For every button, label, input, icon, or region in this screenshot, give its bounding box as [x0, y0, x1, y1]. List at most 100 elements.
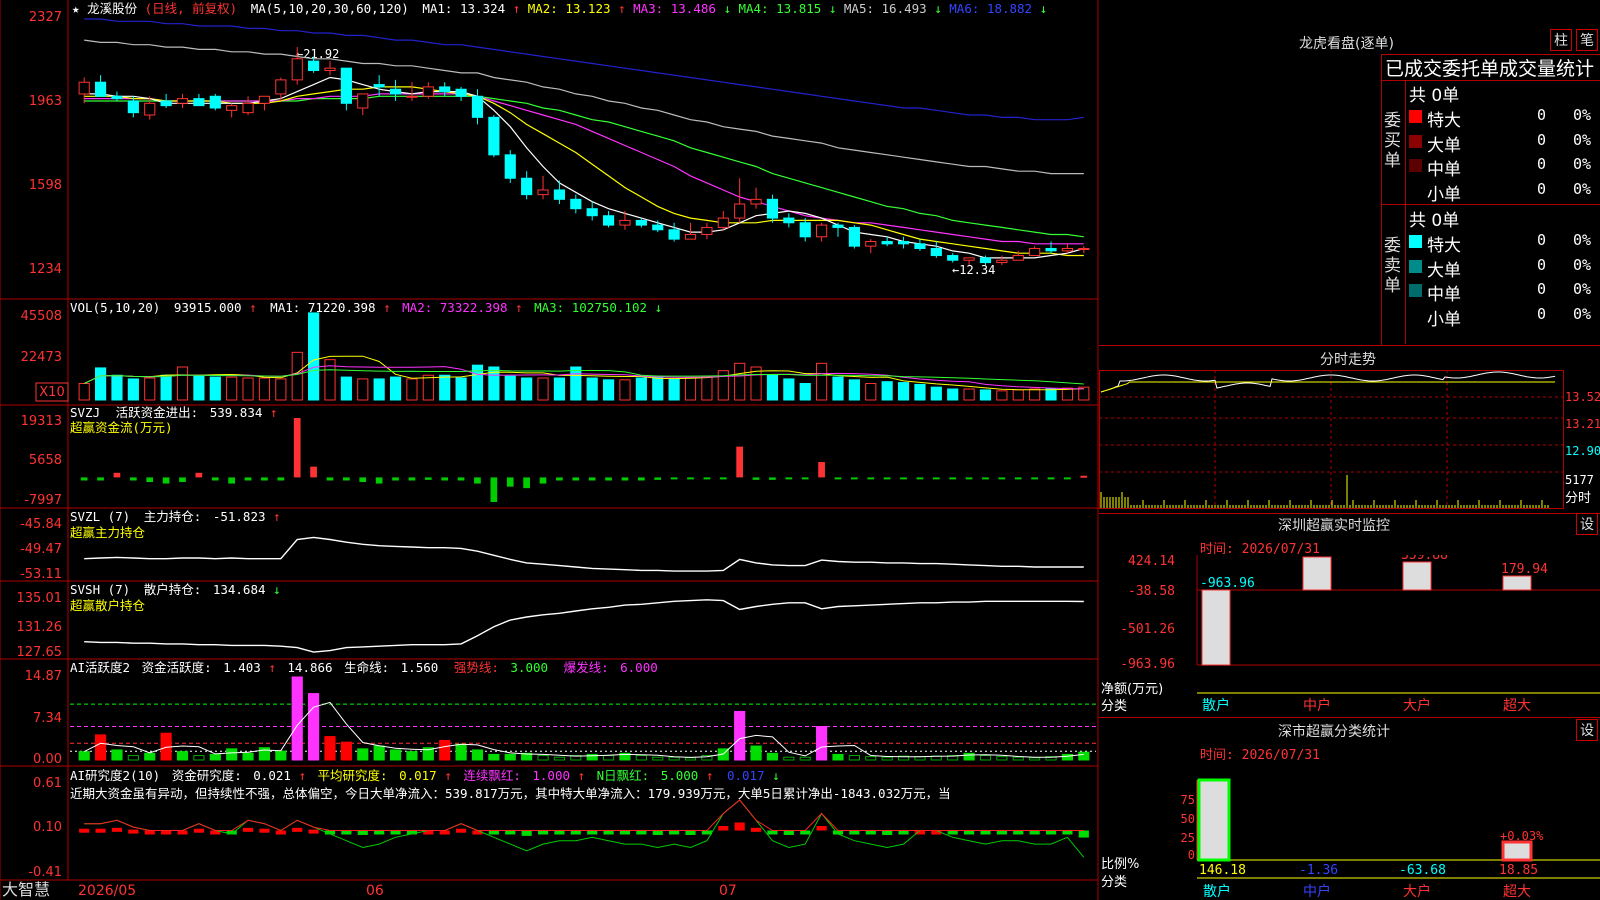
- sz-monitor-settings-button[interactable]: 设: [1576, 513, 1598, 535]
- svsh-subtitle: 超赢散户持仓: [70, 598, 146, 613]
- red-label: 连续飘红:: [463, 768, 521, 783]
- low-value: 12.34: [959, 263, 995, 277]
- sell-swatch: [1409, 284, 1422, 297]
- svzl-header: SVZL (7) 主力持仓: -51.823 ↑: [70, 509, 281, 524]
- research-bar: [898, 830, 909, 835]
- svzl-arrow: ↑: [273, 509, 281, 524]
- candle-body: [209, 95, 221, 109]
- sz-class-chart[interactable]: 75 50 25 0 +0.03% 146.18 散户 -1.36 中户 -63.68 大户 18.8…: [1099, 760, 1600, 900]
- volume-bar: [979, 389, 992, 401]
- svzl-name: SVZL (7): [70, 509, 130, 524]
- sz-class-settings-button[interactable]: 设: [1576, 719, 1598, 741]
- active-bar: [127, 755, 139, 761]
- candle-body: [324, 67, 336, 72]
- ma20-line: [84, 93, 1084, 245]
- vol-ytick-0: 45508: [21, 309, 62, 324]
- svzj-bar: [834, 477, 842, 480]
- research-bar: [341, 830, 352, 835]
- life-value: 1.560: [401, 660, 439, 675]
- research-bar: [636, 830, 647, 835]
- volume-bar: [734, 362, 746, 401]
- volume-bar: [963, 388, 975, 401]
- volume-bar: [176, 366, 189, 401]
- candle-body: [717, 217, 729, 228]
- candle-body: [127, 100, 139, 114]
- active-ytick-0: 14.87: [25, 669, 62, 684]
- research-bar: [980, 830, 991, 835]
- sell-swatch: [1409, 259, 1422, 273]
- candle-body: [406, 95, 418, 98]
- research-bar: [767, 830, 778, 835]
- volume-bar: [160, 374, 172, 401]
- volume-bar: [1029, 388, 1041, 401]
- sell-swatch: [1409, 235, 1422, 248]
- sz-monitor-frame: [1099, 513, 1600, 514]
- svzj-bar: [146, 477, 154, 483]
- volume-bar: [308, 312, 320, 401]
- active-bar: [226, 748, 238, 761]
- svzj-bar: [392, 477, 399, 481]
- sz-class-ytick-1: 50: [1181, 812, 1195, 826]
- research-bar: [865, 830, 876, 835]
- sell-side-label: 委卖单: [1384, 236, 1401, 296]
- vol-ma2-value: 73322.398: [440, 300, 508, 315]
- candle-body: [570, 198, 582, 210]
- active-arrow: ↑: [268, 660, 276, 675]
- volume-bar: [848, 379, 860, 401]
- active-bar: [488, 753, 500, 761]
- pen-mode-button[interactable]: 笔: [1576, 29, 1598, 51]
- svzj-bar: [179, 477, 186, 483]
- research-bar: [652, 830, 663, 835]
- svzj-ytick-2: -7997: [24, 493, 62, 508]
- research-bar: [783, 830, 794, 835]
- order-divider-2: [1381, 204, 1600, 205]
- research-bar: [111, 827, 123, 832]
- research-last-arrow: ↓: [772, 768, 780, 783]
- sz-class-frame: [1099, 717, 1600, 718]
- intraday-grid: [1099, 370, 1563, 508]
- ma5-label: MA5:: [844, 1, 874, 16]
- svzj-bar: [261, 477, 268, 481]
- candle-body: [144, 102, 156, 116]
- candle-body: [226, 105, 238, 111]
- sz-monitor-cat-2: 大户: [1403, 697, 1431, 714]
- active-bar: [111, 749, 123, 761]
- research-bar: [603, 830, 614, 835]
- research-bar: [144, 830, 155, 835]
- sz-class-cat-1: 中户: [1303, 883, 1331, 900]
- candle-body: [897, 240, 910, 245]
- active-bar: [406, 751, 418, 761]
- svzj-bar: [572, 477, 580, 481]
- svzl-ytick-2: -53.11: [20, 567, 62, 582]
- volume-bar: [553, 377, 565, 401]
- svzj-bar: [523, 477, 530, 489]
- svzj-bar: [162, 477, 170, 484]
- star-icon: ★: [72, 1, 80, 16]
- ma6-label: MA6:: [949, 1, 979, 16]
- svzj-bar: [441, 477, 449, 481]
- sz-class-cat-0: 散户: [1203, 883, 1231, 900]
- sz-monitor-chart[interactable]: 424.14 -38.58 -501.26 -963.96 -963.96 散户 424.1…: [1099, 555, 1600, 715]
- vol-ma3-label: MA3:: [534, 300, 564, 315]
- volume-bar: [766, 374, 779, 401]
- research-bar: [947, 830, 958, 835]
- svsh-ytick-0: 135.01: [17, 591, 63, 606]
- buy-pct: 0%: [1573, 179, 1592, 198]
- volume-bar: [144, 377, 156, 401]
- chart-window[interactable]: 2327 1963 1598 1234 45508 22473 X10 1931…: [0, 0, 1600, 900]
- volume-bar: [242, 377, 254, 401]
- candle-body: [1061, 248, 1073, 252]
- buy-row-1: 大单 0 0%: [1407, 129, 1600, 156]
- ma-header: MA(5,10,20,30,60,120): [251, 1, 409, 16]
- intraday-ytick-3: 5177: [1565, 473, 1594, 487]
- svzj-bar: [490, 477, 498, 502]
- active-bar: [766, 752, 779, 761]
- bar-mode-button[interactable]: 柱: [1550, 29, 1572, 51]
- avg-arrow: ↑: [444, 768, 452, 783]
- svzj-bar: [965, 477, 973, 480]
- volume-bar: [455, 377, 467, 401]
- intraday-chart[interactable]: 13.52 13.21 12.90 5177 分时: [1099, 370, 1600, 510]
- svzl-ytick-0: -45.84: [20, 517, 62, 532]
- volume-bar: [373, 378, 385, 401]
- active-bar: [734, 710, 746, 761]
